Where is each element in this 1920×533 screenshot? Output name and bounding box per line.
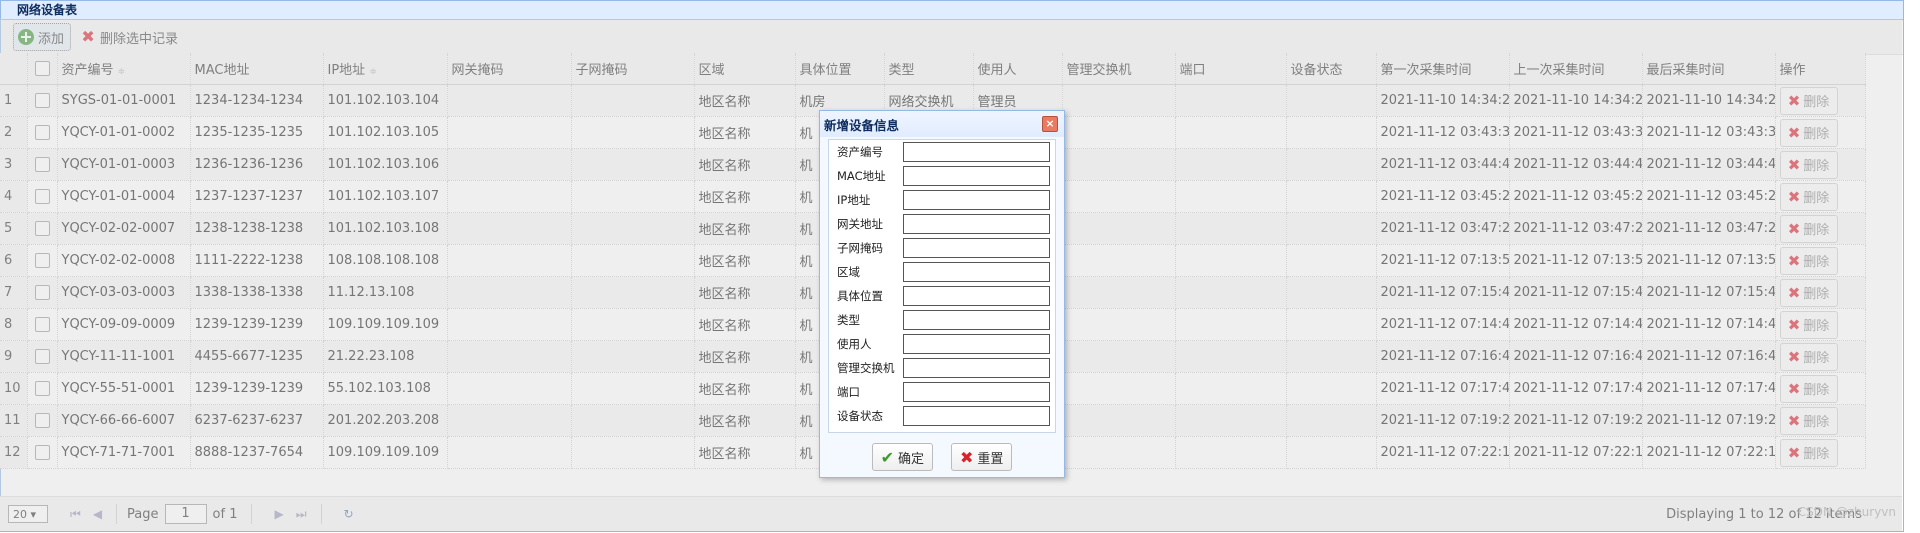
dialog-title: 新增设备信息 — [824, 117, 900, 133]
form-row: 具体位置 — [829, 284, 1055, 308]
field-input[interactable] — [903, 262, 1050, 282]
confirm-button[interactable]: ✔ 确定 — [871, 443, 933, 471]
panel-title: 网络设备表 — [1, 1, 1903, 20]
field-label: 子网掩码 — [837, 241, 883, 255]
form-row: 网关地址 — [829, 212, 1055, 236]
form-row: 资产编号 — [829, 140, 1055, 164]
form-row: 区域 — [829, 260, 1055, 284]
reset-label: 重置 — [977, 451, 1004, 467]
field-label: 网关地址 — [837, 217, 883, 231]
field-label: 具体位置 — [837, 289, 883, 303]
close-icon[interactable]: × — [1042, 116, 1058, 132]
form-row: 子网掩码 — [829, 236, 1055, 260]
add-device-dialog: 新增设备信息 × 资产编号 MAC地址 IP地址网关地址子网掩码区域具体位置类型使用… — [819, 110, 1065, 478]
dialog-form: 资产编号 MAC地址 IP地址网关地址子网掩码区域具体位置类型使用人管理交换机端口设… — [828, 139, 1056, 433]
field-input[interactable] — [903, 406, 1050, 426]
field-label: 类型 — [837, 313, 860, 327]
form-row: 设备状态 — [829, 404, 1055, 428]
form-row: MAC地址 — [829, 164, 1055, 188]
reset-button[interactable]: ✖ 重置 — [951, 443, 1013, 471]
form-row: 使用人 — [829, 332, 1055, 356]
form-row: 类型 — [829, 308, 1055, 332]
dialog-footer: ✔ 确定 ✖ 重置 — [820, 437, 1064, 477]
form-row: 端口 — [829, 380, 1055, 404]
field-input[interactable] — [903, 142, 1050, 162]
check-icon: ✔ — [880, 447, 894, 467]
field-label: 使用人 — [837, 337, 872, 351]
field-input[interactable] — [903, 286, 1050, 306]
form-row: IP地址 — [829, 188, 1055, 212]
field-input[interactable] — [903, 382, 1050, 402]
field-label: MAC地址 — [837, 169, 886, 183]
field-label: 管理交换机 — [837, 361, 895, 375]
confirm-label: 确定 — [897, 451, 924, 467]
field-input[interactable] — [903, 214, 1050, 234]
field-label: 区域 — [837, 265, 860, 279]
field-input[interactable] — [903, 166, 1050, 186]
reset-icon: ✖ — [960, 447, 974, 467]
field-label: 资产编号 — [837, 145, 883, 159]
field-input[interactable] — [903, 358, 1050, 378]
field-input[interactable] — [903, 310, 1050, 330]
field-label: 端口 — [837, 385, 860, 399]
field-input[interactable] — [903, 334, 1050, 354]
field-input[interactable] — [903, 190, 1050, 210]
field-label: IP地址 — [837, 193, 871, 207]
field-label: 设备状态 — [837, 409, 883, 423]
dialog-header: 新增设备信息 × — [820, 111, 1064, 137]
watermark: CSDN @zhuryvn — [1797, 505, 1896, 519]
form-row: 管理交换机 — [829, 356, 1055, 380]
field-input[interactable] — [903, 238, 1050, 258]
